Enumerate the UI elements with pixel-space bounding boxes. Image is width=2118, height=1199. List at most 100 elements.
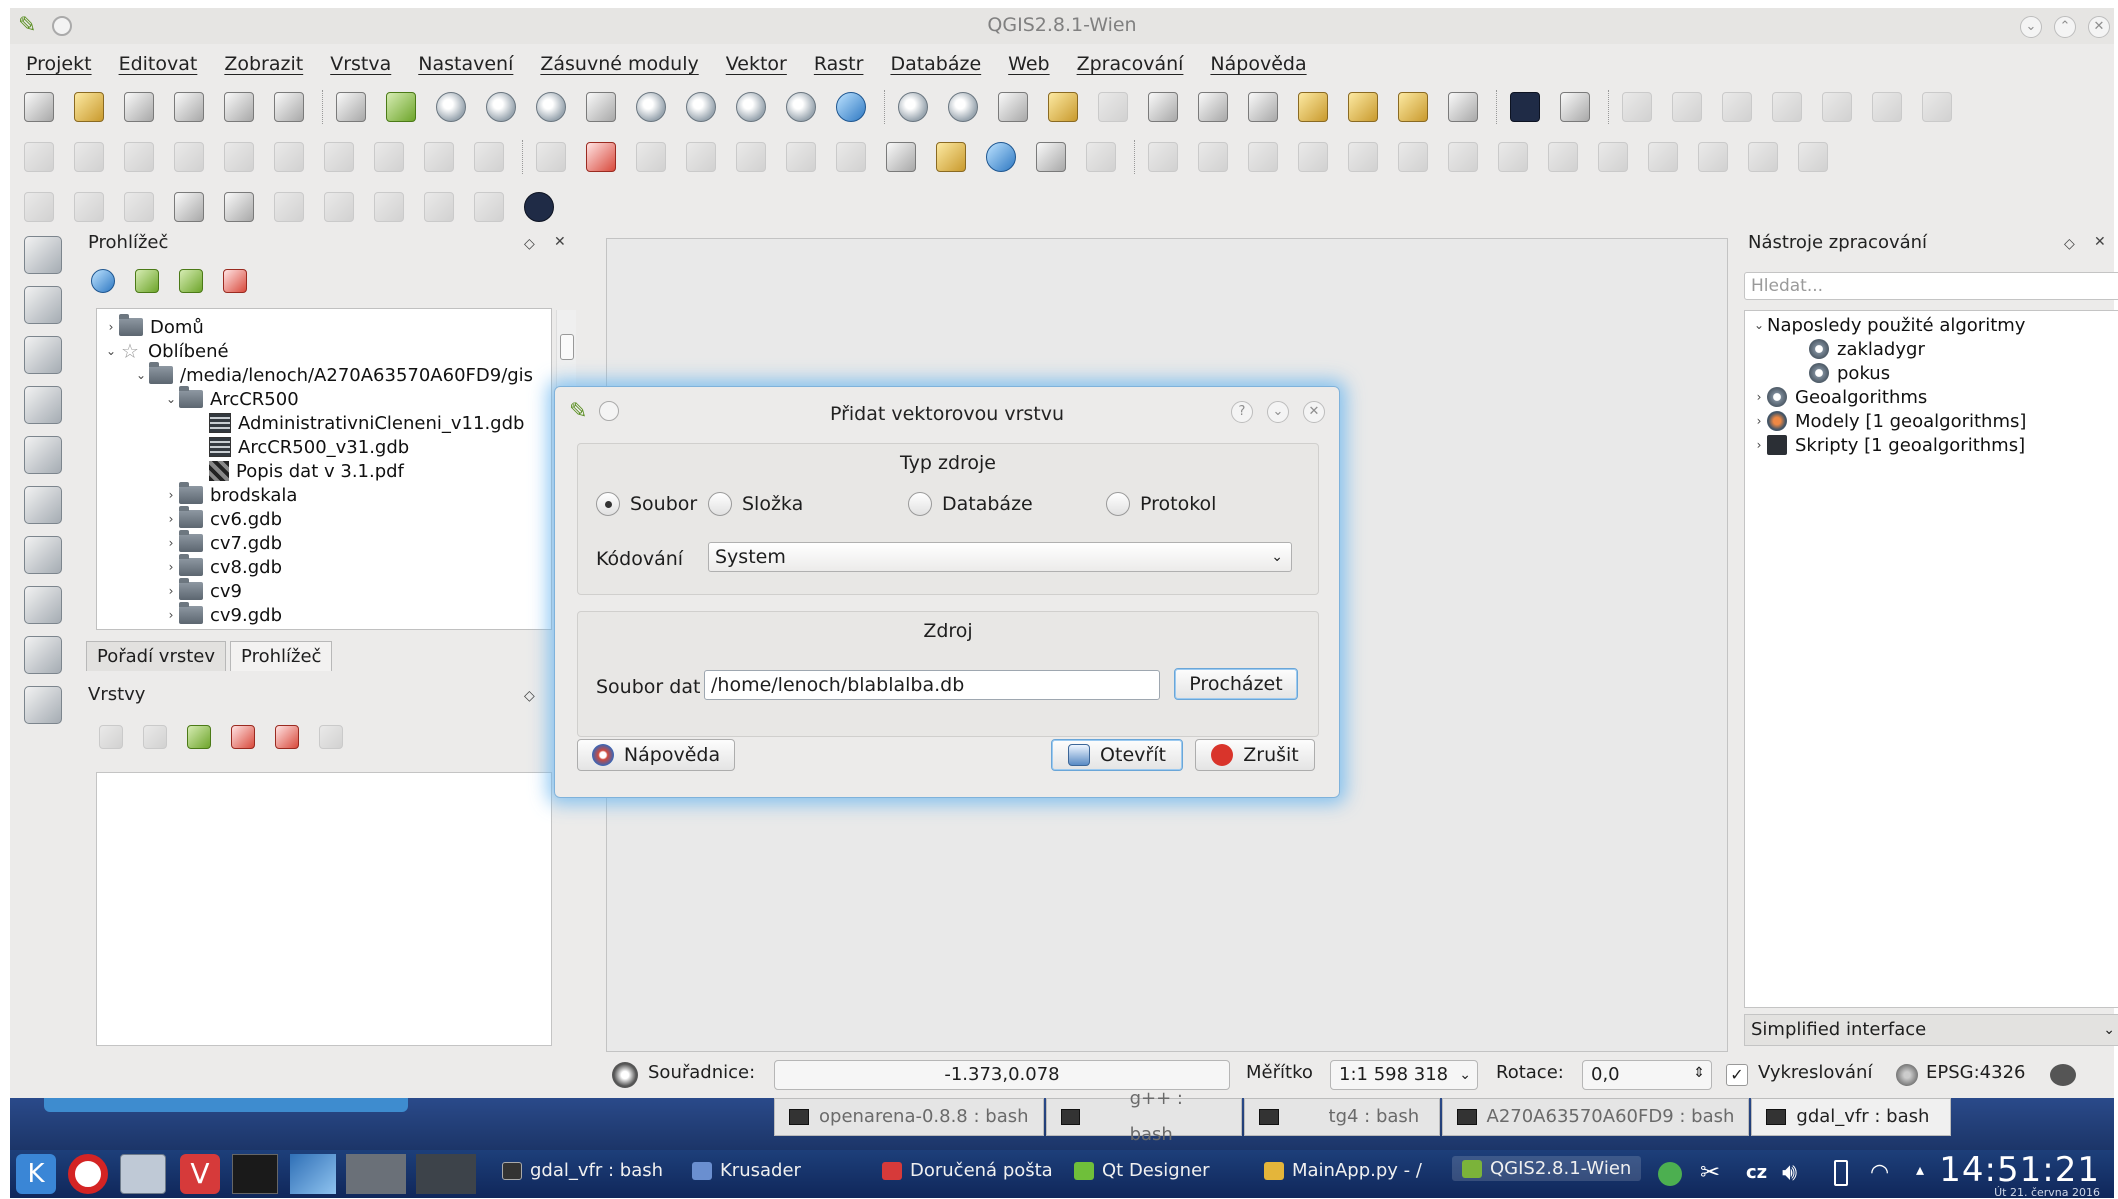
- terminal-tab-active[interactable]: gdal_vfr : bash: [1751, 1098, 1952, 1136]
- toggle-editing-icon[interactable]: [70, 138, 108, 176]
- task-mainapp[interactable]: MainApp.py - /: [1264, 1160, 1422, 1181]
- advanced-edit-b-icon[interactable]: [1194, 138, 1232, 176]
- dialog-help-icon[interactable]: ?: [1231, 401, 1253, 423]
- wifi-icon[interactable]: ◠: [1870, 1160, 1889, 1185]
- zoom-actual-icon[interactable]: [532, 88, 570, 126]
- processing-history-icon[interactable]: [982, 138, 1020, 176]
- cut-icon[interactable]: [370, 138, 408, 176]
- tree-item[interactable]: ⌄ Naposledy použité algoritmy: [1751, 313, 2025, 337]
- menu-napoveda[interactable]: Nápověda: [1210, 48, 1306, 80]
- radio-protokol[interactable]: Protokol: [1106, 492, 1216, 516]
- label-rotate-icon[interactable]: [782, 138, 820, 176]
- delete-selected-icon[interactable]: [320, 138, 358, 176]
- new-project-icon[interactable]: [20, 88, 58, 126]
- raster-h-icon[interactable]: [370, 188, 408, 226]
- advanced-edit-d-icon[interactable]: [1294, 138, 1332, 176]
- advanced-edit-g-icon[interactable]: [1444, 138, 1482, 176]
- copy-icon[interactable]: [420, 138, 458, 176]
- crs-globe-icon[interactable]: [1896, 1064, 1918, 1086]
- remove-layer-icon[interactable]: [316, 722, 346, 752]
- raster-b-icon[interactable]: [70, 188, 108, 226]
- zoom-in-icon[interactable]: [432, 88, 470, 126]
- label-icon[interactable]: [532, 138, 570, 176]
- add-vector-layer-icon[interactable]: [24, 236, 62, 274]
- cancel-button[interactable]: Zrušit: [1195, 739, 1315, 771]
- advanced-edit-c-icon[interactable]: [1244, 138, 1282, 176]
- task-gdal-vfr[interactable]: gdal_vfr : bash: [502, 1160, 663, 1181]
- select-icon[interactable]: [994, 88, 1032, 126]
- tree-item[interactable]: › Modely [1 geoalgorithms]: [1751, 409, 2027, 433]
- terminal-launcher-icon[interactable]: [232, 1154, 278, 1194]
- identify-icon[interactable]: [894, 88, 932, 126]
- raster-a-icon[interactable]: [20, 188, 58, 226]
- zoom-out-icon[interactable]: [482, 88, 520, 126]
- menu-zasuvne-moduly[interactable]: Zásuvné moduly: [540, 48, 698, 80]
- label-pin-icon[interactable]: [582, 138, 620, 176]
- task-qt-designer[interactable]: Qt Designer: [1074, 1160, 1210, 1181]
- attribute-table-icon[interactable]: [1144, 88, 1182, 126]
- tree-item[interactable]: AdministrativniCleneni_v11.gdb: [193, 411, 524, 435]
- radio-soubor[interactable]: Soubor: [596, 492, 697, 516]
- radio-dot[interactable]: [708, 492, 732, 516]
- add-delimited-icon[interactable]: [24, 636, 62, 674]
- minimize-button[interactable]: ⌄: [2020, 16, 2042, 38]
- menu-rastr[interactable]: Rastr: [814, 48, 864, 80]
- collapse-layers-icon[interactable]: [272, 722, 302, 752]
- add-wcs-icon[interactable]: [24, 536, 62, 574]
- advanced-edit-m-icon[interactable]: [1744, 138, 1782, 176]
- raster-e-icon[interactable]: [220, 188, 258, 226]
- raster-j-icon[interactable]: [470, 188, 508, 226]
- tree-item[interactable]: › Skripty [1 geoalgorithms]: [1751, 433, 2026, 457]
- tree-item[interactable]: › cv9: [163, 578, 242, 603]
- advanced-edit-a-icon[interactable]: [1144, 138, 1182, 176]
- zoom-next-icon[interactable]: [782, 88, 820, 126]
- spin-arrows-icon[interactable]: ⇕: [1693, 1059, 1705, 1087]
- node-tool-icon[interactable]: [270, 138, 308, 176]
- python-console-icon[interactable]: [932, 138, 970, 176]
- tree-item[interactable]: ⌄/media/lenoch/A270A63570A60FD9/gis: [133, 362, 533, 387]
- raster-c-icon[interactable]: [120, 188, 158, 226]
- text-annotation-icon[interactable]: [1444, 88, 1482, 126]
- network-manager-icon[interactable]: [1658, 1162, 1682, 1186]
- menu-editovat[interactable]: Editovat: [119, 48, 198, 80]
- label-change-icon[interactable]: [832, 138, 870, 176]
- task-qgis[interactable]: QGIS2.8.1-Wien: [1452, 1156, 1642, 1181]
- pan-to-selection-icon[interactable]: [382, 88, 420, 126]
- filter-legend-icon[interactable]: [184, 722, 214, 752]
- refresh-browser-icon[interactable]: [88, 266, 118, 296]
- task-krusader[interactable]: Krusader: [692, 1160, 801, 1181]
- tray-expand-icon[interactable]: ▴: [1916, 1160, 1924, 1179]
- interface-mode-select[interactable]: Simplified interface ⌄: [1744, 1014, 2118, 1046]
- digitize-f-icon[interactable]: [1868, 88, 1906, 126]
- mouse-coordinates-icon[interactable]: [612, 1062, 638, 1088]
- close-panel-icon[interactable]: ✕: [2094, 234, 2106, 250]
- save-edits-icon[interactable]: [120, 138, 158, 176]
- raster-i-icon[interactable]: [420, 188, 458, 226]
- radio-databaze[interactable]: Databáze: [908, 492, 1033, 516]
- add-feature-icon[interactable]: [170, 138, 208, 176]
- digitize-b-icon[interactable]: [1668, 88, 1706, 126]
- field-calculator-icon[interactable]: [1094, 88, 1132, 126]
- zoom-selection-icon[interactable]: [632, 88, 670, 126]
- window-selector-icon[interactable]: [120, 1154, 166, 1194]
- encoding-select[interactable]: System ⌄: [708, 542, 1292, 572]
- label-show-icon[interactable]: [632, 138, 670, 176]
- menu-vektor[interactable]: Vektor: [726, 48, 787, 80]
- zoom-full-icon[interactable]: [582, 88, 620, 126]
- maximize-button[interactable]: ⌃: [2054, 16, 2076, 38]
- gps-target-icon[interactable]: [520, 188, 558, 226]
- add-raster-layer-icon[interactable]: [24, 286, 62, 324]
- menu-zpracovani[interactable]: Zpracování: [1077, 48, 1184, 80]
- dialog-close-icon[interactable]: ✕: [1303, 401, 1325, 423]
- desktop-2-icon[interactable]: [346, 1154, 406, 1194]
- current-edits-icon[interactable]: [20, 138, 58, 176]
- add-selected-icon[interactable]: [132, 266, 162, 296]
- add-postgis-icon[interactable]: [24, 336, 62, 374]
- measure-icon[interactable]: [1244, 88, 1282, 126]
- layer-style-icon[interactable]: [96, 722, 126, 752]
- deselect-icon[interactable]: [1044, 88, 1082, 126]
- tree-item[interactable]: › Domů: [103, 314, 204, 339]
- tree-item[interactable]: zakladygr: [1809, 337, 1925, 361]
- clock[interactable]: 14:51:21 Út 21. června 2016: [1939, 1150, 2100, 1199]
- kde-menu-icon[interactable]: K: [16, 1154, 56, 1194]
